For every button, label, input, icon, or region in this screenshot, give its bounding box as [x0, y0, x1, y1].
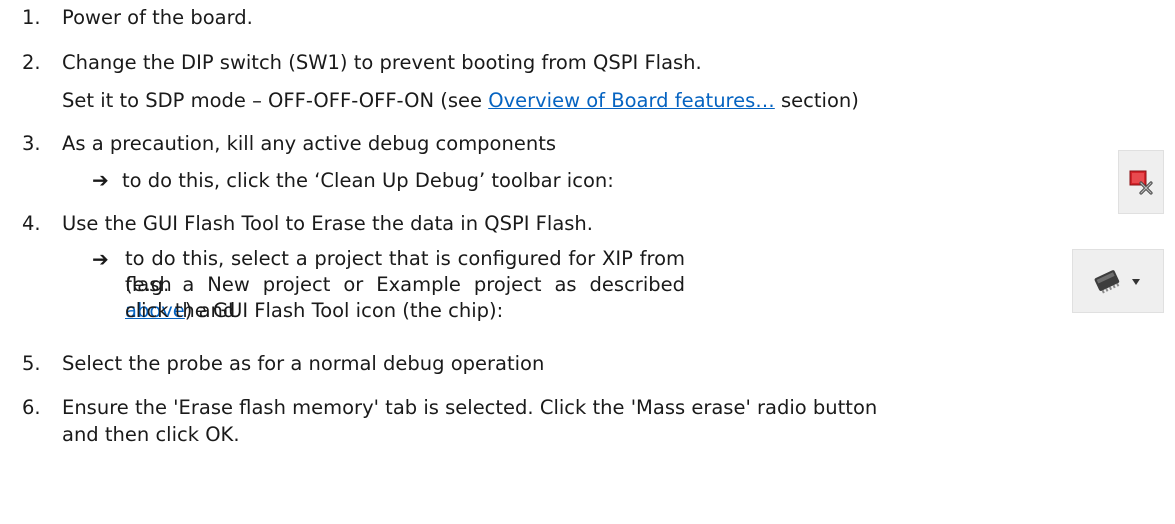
detail-suffix: section) [774, 89, 859, 112]
instruction-text: to do this, click the ‘Clean Up Debug’ t… [122, 169, 614, 192]
step-text: Change the DIP switch (SW1) to prevent b… [62, 51, 702, 74]
step-number: 5. [22, 352, 41, 375]
step-number: 3. [22, 132, 41, 155]
chip-icon [1094, 270, 1140, 294]
dropdown-arrow-icon [1132, 279, 1140, 285]
step-number: 2. [22, 51, 41, 74]
step-text: Select the probe as for a normal debug o… [62, 352, 545, 375]
line-2-prefix: (e.g. a New project or Example project a… [125, 273, 685, 296]
overview-board-features-link[interactable]: Overview of Board features… [488, 89, 775, 112]
step-text: Ensure the 'Erase flash memory' tab is s… [62, 396, 878, 419]
step-text: Power of the board. [62, 6, 253, 29]
arrow-icon: ➔ [92, 247, 109, 271]
instruction-line-3: click the GUI Flash Tool icon (the chip)… [125, 299, 504, 322]
step-text: As a precaution, kill any active debug c… [62, 132, 557, 155]
gui-flash-tool-button[interactable] [1072, 249, 1164, 313]
step-number: 1. [22, 6, 41, 29]
clean-up-debug-icon[interactable] [1118, 150, 1164, 214]
step-detail: Set it to SDP mode – OFF-OFF-OFF-ON (see… [62, 88, 859, 114]
list-item-3-instruction: ➔ to do this, click the ‘Clean Up Debug’ … [92, 167, 614, 194]
step-text: Use the GUI Flash Tool to Erase the data… [62, 212, 593, 235]
step-text-continued: and then click OK. [62, 423, 240, 446]
arrow-icon: ➔ [92, 168, 109, 192]
detail-prefix: Set it to SDP mode – OFF-OFF-OFF-ON (see [62, 89, 489, 112]
step-number: 6. [22, 396, 41, 419]
step-number: 4. [22, 212, 41, 235]
